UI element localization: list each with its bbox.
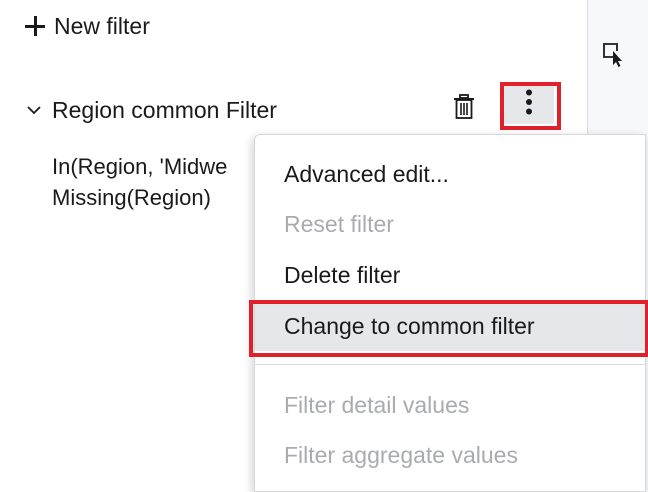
menu-item-filter-aggregate-values[interactable]: Filter aggregate values (255, 430, 645, 480)
filter-header[interactable]: Region common Filter (26, 93, 277, 127)
delete-filter-button[interactable] (449, 93, 479, 125)
filter-expression: In(Region, 'Midwe Missing(Region) (52, 151, 262, 213)
plus-icon (24, 15, 46, 37)
select-tool-button[interactable] (600, 40, 628, 68)
menu-divider (255, 364, 645, 365)
menu-item-filter-detail-values[interactable]: Filter detail values (255, 380, 645, 430)
menu-item-advanced-edit[interactable]: Advanced edit... (255, 149, 645, 199)
new-filter-label: New filter (54, 12, 150, 39)
chevron-down-icon[interactable] (26, 102, 42, 118)
menu-item-reset-filter[interactable]: Reset filter (255, 199, 645, 249)
new-filter-button[interactable]: New filter (24, 10, 150, 42)
filter-expression-line-1: In(Region, 'Midwe (52, 154, 228, 179)
more-options-button[interactable] (504, 84, 554, 124)
menu-item-delete-filter[interactable]: Delete filter (255, 250, 645, 300)
select-cursor-icon (600, 43, 628, 72)
menu-item-change-to-common-filter[interactable]: Change to common filter (255, 301, 645, 351)
filter-expression-line-2: Missing(Region) (52, 185, 211, 210)
filter-title: Region common Filter (52, 96, 277, 123)
filter-options-menu: Advanced edit... Reset filter Delete fil… (254, 134, 646, 492)
trash-icon (453, 93, 475, 125)
vertical-ellipsis-icon (525, 89, 533, 120)
